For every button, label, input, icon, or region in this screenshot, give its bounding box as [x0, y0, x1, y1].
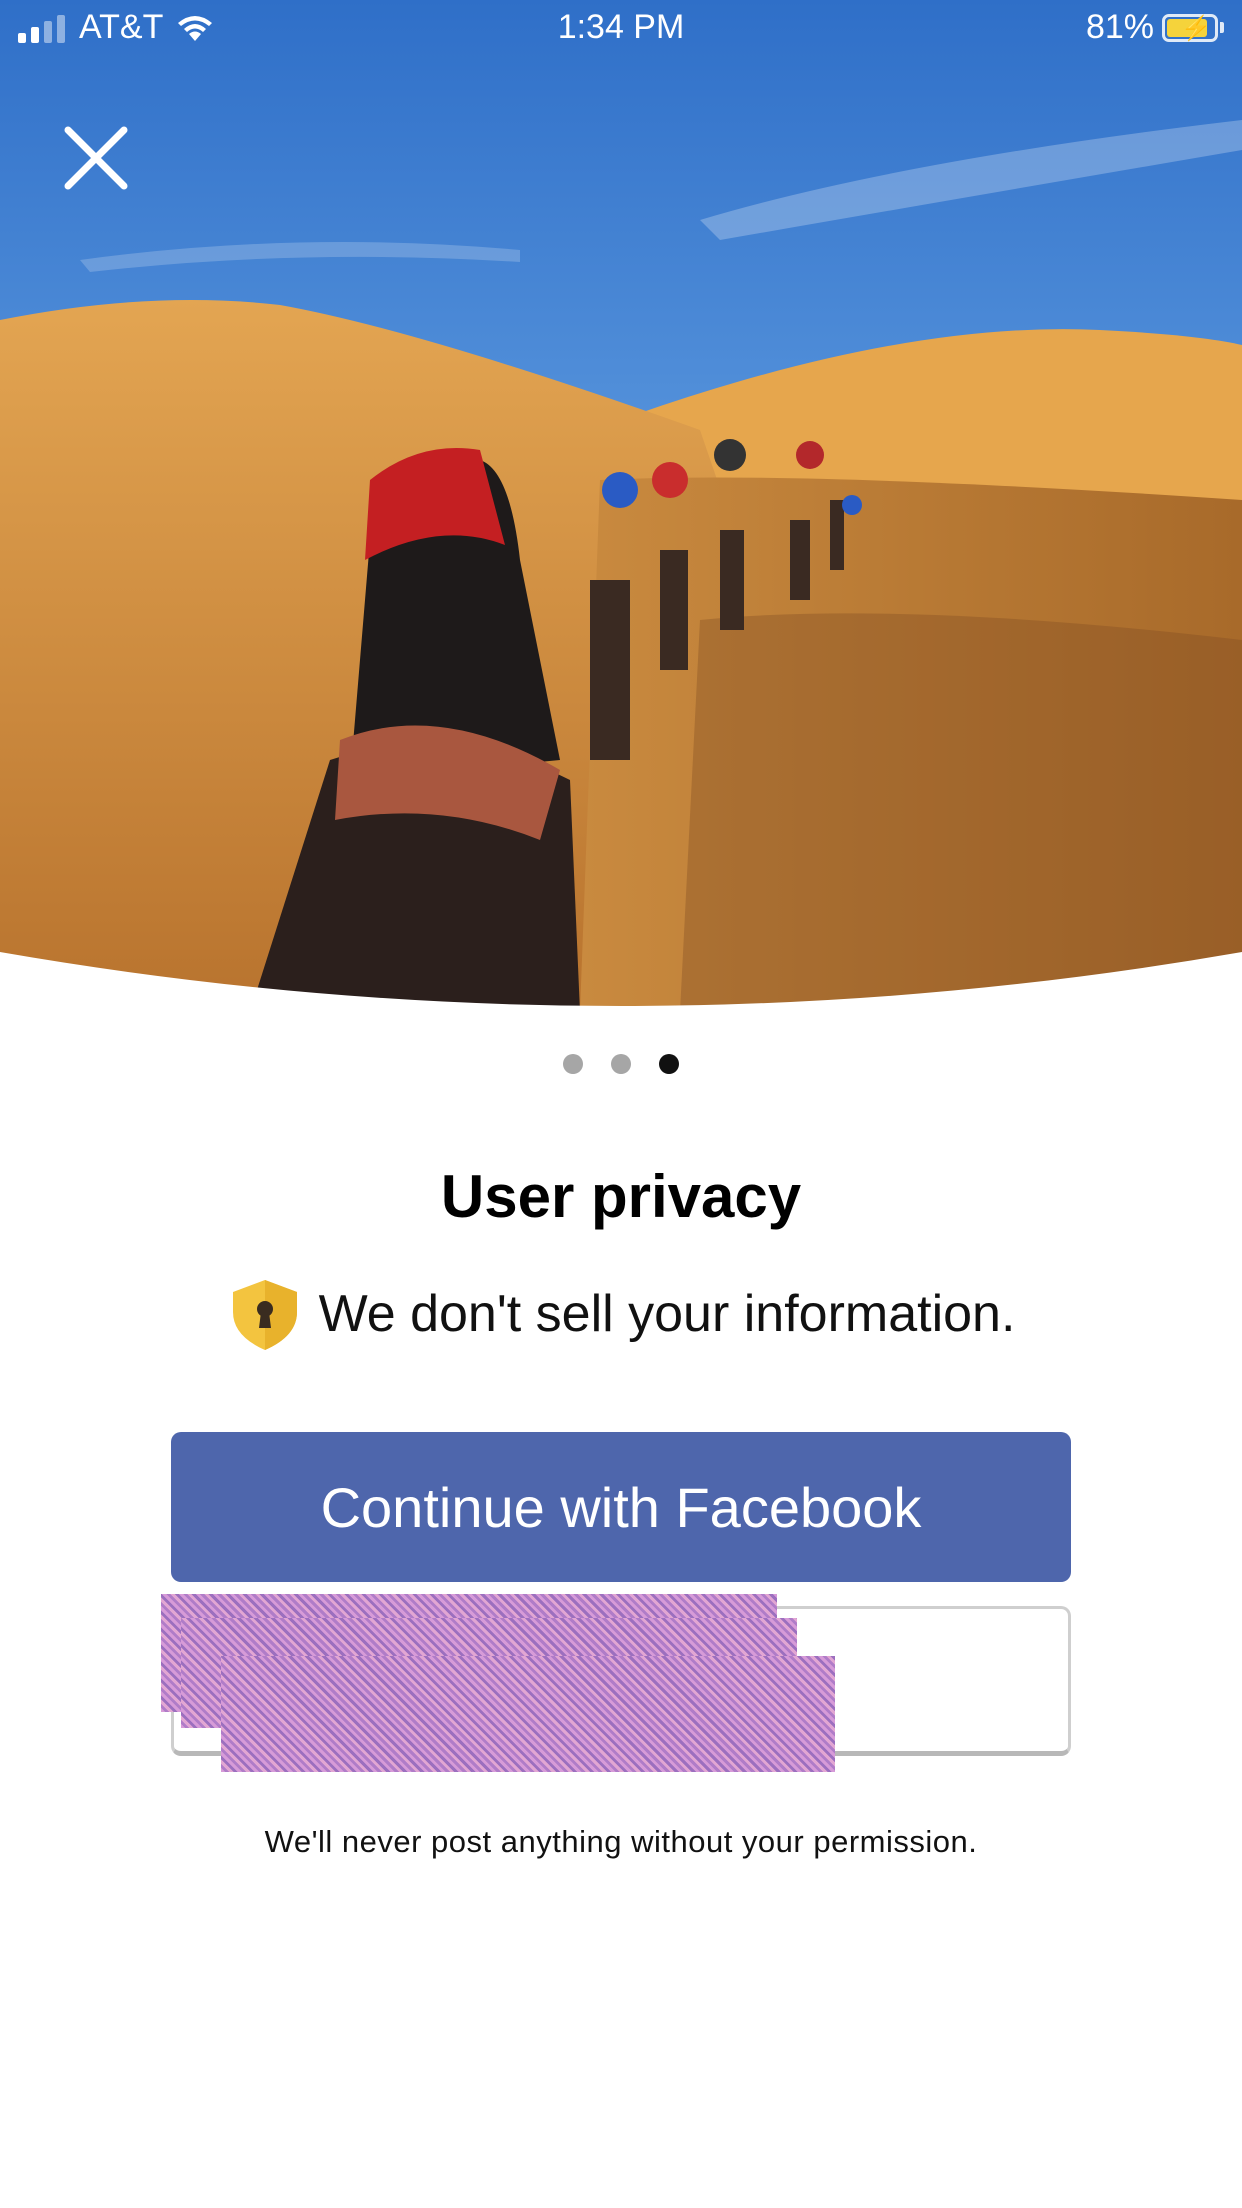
status-time: 1:34 PM	[557, 8, 685, 46]
battery-charging-icon: ⚡	[1162, 13, 1218, 42]
page-title: User privacy	[440, 1163, 802, 1230]
hero-image	[0, 0, 1242, 1012]
page-indicator	[0, 1054, 1242, 1074]
redacted-area	[221, 1656, 835, 1772]
close-icon	[64, 126, 128, 190]
page-dot[interactable]	[611, 1054, 631, 1074]
battery-percent: 81%	[1085, 8, 1154, 46]
page-dot-active[interactable]	[659, 1054, 679, 1074]
continue-with-facebook-button[interactable]: Continue with Facebook	[171, 1432, 1071, 1582]
tagline-text: We don't sell your information.	[318, 1285, 1016, 1343]
facebook-button-label: Continue with Facebook	[320, 1475, 922, 1539]
status-bar: AT&T 1:34 PM 81% ⚡	[0, 0, 1242, 60]
page-dot[interactable]	[563, 1054, 583, 1074]
privacy-tagline: We don't sell your information.	[0, 1276, 1242, 1352]
permission-notice: We'll never post anything without your p…	[264, 1824, 978, 1859]
shield-lock-icon	[232, 1280, 297, 1350]
close-button[interactable]	[56, 118, 136, 198]
